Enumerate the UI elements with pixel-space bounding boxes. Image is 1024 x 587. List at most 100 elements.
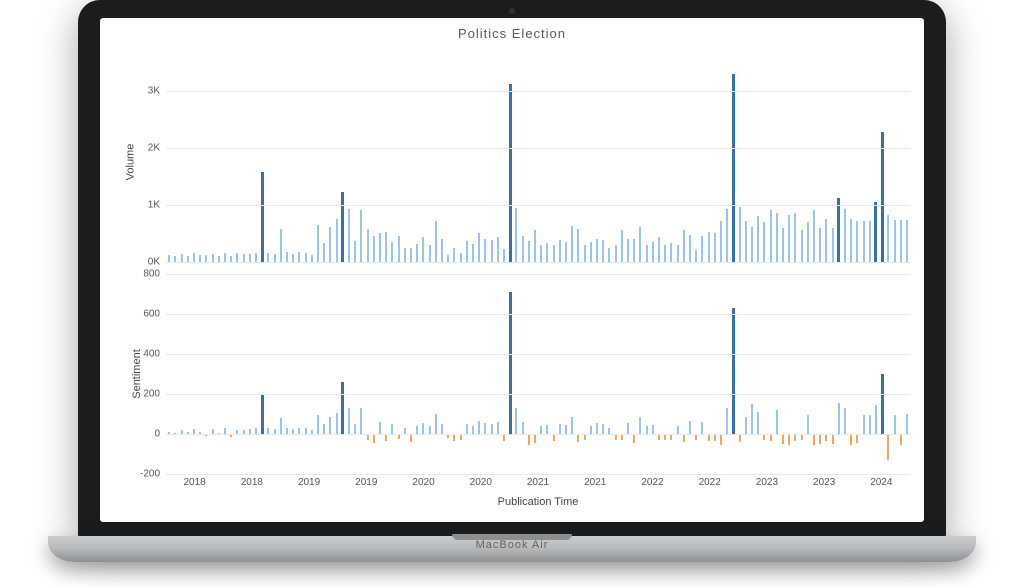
- volume-bar: [788, 215, 790, 262]
- x-tick-label: 2023: [756, 477, 778, 488]
- gridline: [166, 205, 910, 206]
- sentiment-bar: [894, 415, 896, 434]
- volume-bar: [801, 230, 803, 262]
- x-tick-label: 2020: [412, 477, 434, 488]
- volume-bar: [714, 233, 716, 262]
- volume-bar: [410, 248, 412, 262]
- volume-bar: [546, 243, 548, 262]
- sentiment-bar: [410, 434, 412, 442]
- volume-ylabel: Volume: [124, 144, 136, 181]
- gridline: [166, 434, 910, 435]
- volume-bar: [627, 239, 629, 262]
- volume-bar: [807, 222, 809, 262]
- volume-bar: [199, 255, 201, 262]
- sentiment-bar: [776, 410, 778, 434]
- volume-bar: [398, 236, 400, 262]
- volume-bar: [168, 255, 170, 262]
- sentiment-bar: [416, 426, 418, 434]
- y-tick-label: 3K: [148, 85, 160, 96]
- sentiment-bar: [329, 417, 331, 434]
- sentiment-bar: [627, 423, 629, 434]
- volume-bar: [441, 239, 443, 262]
- volume-bar: [329, 227, 331, 262]
- sentiment-bar: [720, 434, 722, 445]
- gridline: [166, 354, 910, 355]
- volume-bar: [249, 254, 251, 262]
- x-tick-label: 2021: [527, 477, 549, 488]
- volume-bar: [286, 252, 288, 262]
- sentiment-bar: [491, 424, 493, 434]
- sentiment-bar: [317, 415, 319, 434]
- volume-bar: [571, 226, 573, 262]
- sentiment-bar: [646, 426, 648, 434]
- volume-bar: [720, 221, 722, 262]
- volume-bar: [540, 245, 542, 262]
- volume-bar: [906, 220, 908, 262]
- volume-bar: [205, 255, 207, 262]
- sentiment-bar: [850, 434, 852, 445]
- volume-bar: [528, 241, 530, 262]
- sentiment-bar: [484, 423, 486, 434]
- volume-bar: [460, 253, 462, 262]
- volume-bar: [422, 237, 424, 262]
- volume-bar: [577, 229, 579, 262]
- volume-bar: [385, 232, 387, 262]
- sentiment-bar: [602, 424, 604, 434]
- volume-bar: [515, 208, 517, 262]
- sentiment-bar: [323, 424, 325, 434]
- y-tick-label: 2K: [148, 142, 160, 153]
- sentiment-bar: [559, 424, 561, 434]
- sentiment-bar: [807, 415, 809, 434]
- sentiment-bar: [354, 424, 356, 434]
- sentiment-bar: [466, 424, 468, 434]
- y-tick-label: 600: [143, 309, 160, 320]
- volume-bar: [670, 243, 672, 262]
- x-tick-label: 2019: [298, 477, 320, 488]
- volume-bar: [391, 242, 393, 262]
- sentiment-bar: [280, 418, 282, 434]
- sentiment-bar: [341, 382, 344, 434]
- sentiment-bar: [751, 404, 753, 434]
- volume-bar: [478, 233, 480, 262]
- volume-bar: [373, 236, 375, 262]
- sentiment-bar: [553, 434, 555, 441]
- sentiment-bar: [336, 413, 338, 434]
- sentiment-bar: [869, 415, 871, 434]
- laptop-frame: Politics Election Volume 0K1K2K3K Sentim…: [78, 0, 946, 560]
- volume-bar: [323, 243, 325, 262]
- volume-bar: [503, 249, 505, 262]
- sentiment-bar: [639, 417, 641, 434]
- sentiment-bar: [906, 414, 908, 434]
- sentiment-bar: [385, 434, 387, 441]
- volume-bar: [280, 229, 282, 262]
- sentiment-bar: [900, 434, 902, 445]
- sentiment-bar: [360, 408, 362, 434]
- x-axis-label: Publication Time: [166, 496, 910, 508]
- sentiment-bar: [856, 434, 858, 443]
- sentiment-bar: [571, 417, 573, 434]
- volume-bar: [317, 225, 319, 262]
- sentiment-bar: [825, 434, 827, 441]
- volume-bar: [534, 230, 536, 262]
- volume-bar: [360, 210, 362, 262]
- volume-bar: [224, 253, 226, 262]
- sentiment-bar: [677, 426, 679, 434]
- volume-bar: [472, 244, 474, 262]
- sentiment-bar: [453, 434, 455, 441]
- screen-bezel: Politics Election Volume 0K1K2K3K Sentim…: [78, 0, 946, 540]
- sentiment-bar: [441, 424, 443, 434]
- sentiment-bar: [770, 434, 772, 441]
- y-tick-label: 1K: [148, 199, 160, 210]
- sentiment-bar: [261, 395, 264, 434]
- volume-bar: [435, 221, 437, 262]
- volume-bar: [379, 233, 381, 262]
- sentiment-bar: [379, 422, 381, 434]
- gridline: [166, 148, 910, 149]
- volume-bars: [166, 62, 910, 262]
- sentiment-bar: [497, 422, 499, 434]
- sentiment-bar: [689, 421, 691, 434]
- sentiment-bar: [819, 434, 821, 444]
- volume-bar: [274, 254, 276, 262]
- volume-bar: [354, 241, 356, 262]
- volume-bar: [776, 213, 778, 262]
